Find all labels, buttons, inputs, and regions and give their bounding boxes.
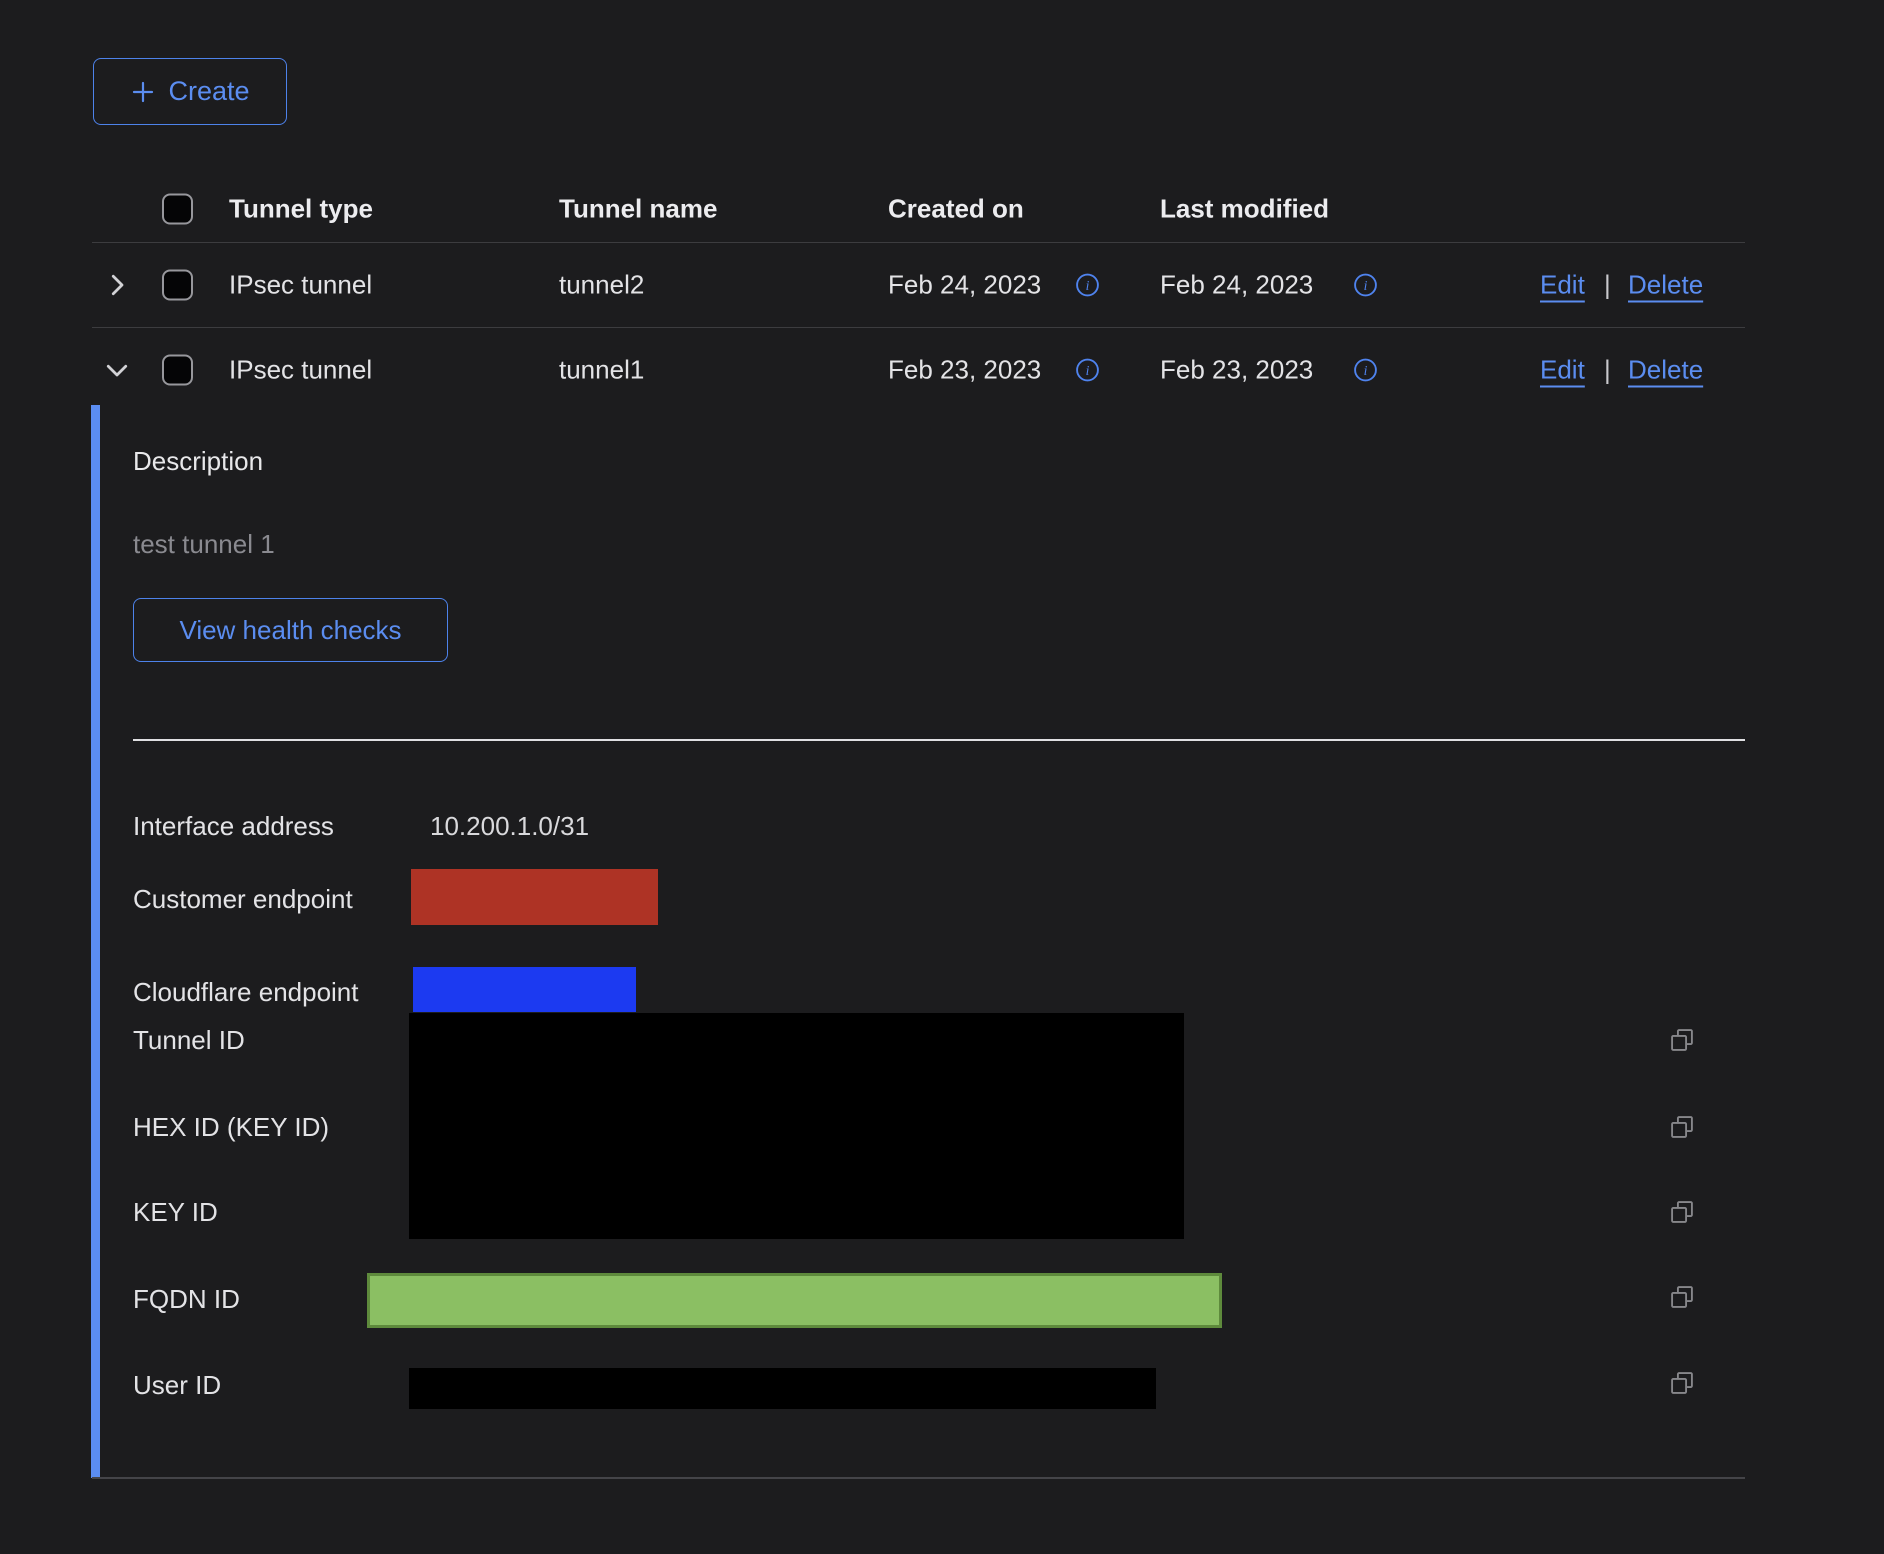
copy-icon <box>1668 1026 1696 1054</box>
cloudflare-endpoint-label: Cloudflare endpoint <box>133 977 359 1008</box>
svg-text:i: i <box>1086 363 1090 378</box>
header-tunnel-name: Tunnel name <box>559 193 717 224</box>
row-checkbox[interactable] <box>162 354 193 385</box>
info-icon[interactable]: i <box>1075 357 1100 382</box>
expanded-row-bottom-divider <box>92 1477 1745 1479</box>
copy-fqdn-id-button[interactable] <box>1668 1283 1696 1311</box>
actions-separator: | <box>1604 269 1611 300</box>
created-on-cell: Feb 24, 2023 <box>888 269 1041 300</box>
description-label: Description <box>133 446 263 477</box>
collapse-row-button[interactable] <box>102 355 132 385</box>
last-modified-cell: Feb 23, 2023 <box>1160 354 1313 385</box>
description-value: test tunnel 1 <box>133 529 275 560</box>
copy-hex-id-button[interactable] <box>1668 1113 1696 1141</box>
expanded-row-indicator-bar <box>91 405 100 1478</box>
copy-icon <box>1668 1283 1696 1311</box>
plus-icon <box>130 79 156 105</box>
copy-key-id-button[interactable] <box>1668 1198 1696 1226</box>
customer-endpoint-label: Customer endpoint <box>133 884 353 915</box>
created-on-cell: Feb 23, 2023 <box>888 354 1041 385</box>
create-button[interactable]: Create <box>93 58 287 125</box>
svg-text:i: i <box>1364 363 1368 378</box>
header-created-on: Created on <box>888 193 1024 224</box>
edit-link[interactable]: Edit <box>1540 269 1585 300</box>
customer-endpoint-redacted-value <box>411 869 658 925</box>
tunnel-type-cell: IPsec tunnel <box>229 269 372 300</box>
expand-row-button[interactable] <box>102 270 132 300</box>
user-id-label: User ID <box>133 1370 221 1401</box>
tunnel-name-cell: tunnel2 <box>559 269 644 300</box>
svg-text:i: i <box>1086 278 1090 293</box>
edit-link[interactable]: Edit <box>1540 354 1585 385</box>
copy-icon <box>1668 1369 1696 1397</box>
copy-tunnel-id-button[interactable] <box>1668 1026 1696 1054</box>
view-health-checks-button[interactable]: View health checks <box>133 598 448 662</box>
table-row: IPsec tunnel tunnel1 Feb 23, 2023 i Feb … <box>92 327 1745 412</box>
info-icon[interactable]: i <box>1075 272 1100 297</box>
create-button-label: Create <box>168 76 249 107</box>
header-last-modified: Last modified <box>1160 193 1329 224</box>
interface-address-label: Interface address <box>133 811 334 842</box>
chevron-down-icon <box>102 355 132 385</box>
fqdn-id-redacted-value <box>367 1273 1222 1328</box>
tunnel-name-cell: tunnel1 <box>559 354 644 385</box>
cloudflare-endpoint-redacted-value <box>413 967 636 1012</box>
key-id-label: KEY ID <box>133 1197 218 1228</box>
last-modified-cell: Feb 24, 2023 <box>1160 269 1313 300</box>
select-all-checkbox[interactable] <box>162 193 193 224</box>
row-checkbox[interactable] <box>162 269 193 300</box>
copy-icon <box>1668 1113 1696 1141</box>
tunnels-page: Create Tunnel type Tunnel name Created o… <box>0 0 1884 1554</box>
table-header-row: Tunnel type Tunnel name Created on Last … <box>92 175 1745 243</box>
info-icon[interactable]: i <box>1353 357 1378 382</box>
info-icon[interactable]: i <box>1353 272 1378 297</box>
svg-text:i: i <box>1364 278 1368 293</box>
copy-icon <box>1668 1198 1696 1226</box>
tunnel-type-cell: IPsec tunnel <box>229 354 372 385</box>
actions-separator: | <box>1604 354 1611 385</box>
tunnel-id-label: Tunnel ID <box>133 1025 245 1056</box>
table-row: IPsec tunnel tunnel2 Feb 24, 2023 i Feb … <box>92 242 1745 328</box>
details-divider <box>133 739 1745 741</box>
ids-redacted-block <box>409 1013 1184 1239</box>
chevron-right-icon <box>102 270 132 300</box>
delete-link[interactable]: Delete <box>1628 269 1703 300</box>
delete-link[interactable]: Delete <box>1628 354 1703 385</box>
fqdn-id-label: FQDN ID <box>133 1284 240 1315</box>
user-id-redacted-value <box>409 1368 1156 1409</box>
hex-id-label: HEX ID (KEY ID) <box>133 1112 329 1143</box>
interface-address-value: 10.200.1.0/31 <box>430 811 589 842</box>
header-tunnel-type: Tunnel type <box>229 193 373 224</box>
copy-user-id-button[interactable] <box>1668 1369 1696 1397</box>
